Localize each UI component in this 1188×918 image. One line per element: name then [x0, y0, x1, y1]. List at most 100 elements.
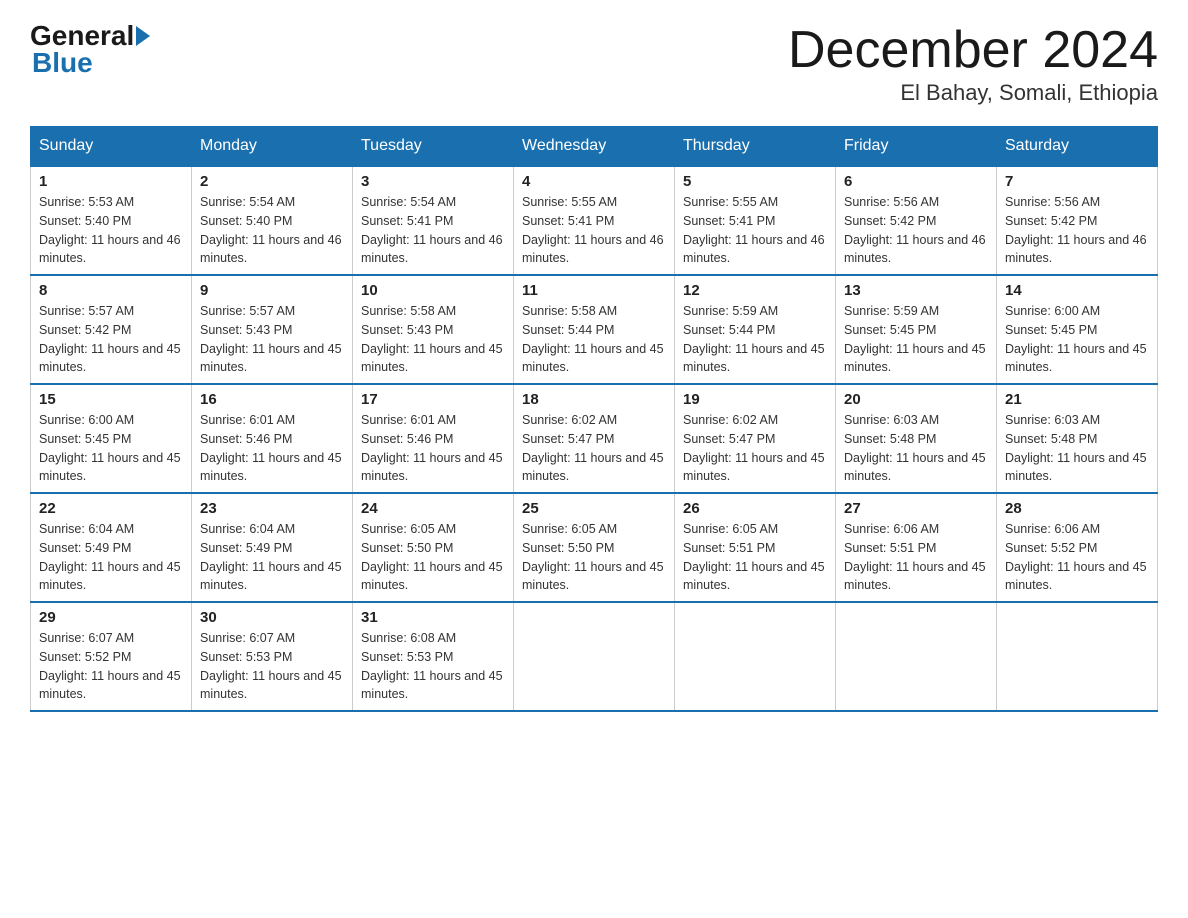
calendar-row-4: 29 Sunrise: 6:07 AMSunset: 5:52 PMDaylig… [31, 602, 1158, 711]
calendar-cell: 27 Sunrise: 6:06 AMSunset: 5:51 PMDaylig… [836, 493, 997, 602]
day-number: 31 [361, 609, 505, 626]
calendar-cell: 11 Sunrise: 5:58 AMSunset: 5:44 PMDaylig… [514, 275, 675, 384]
day-number: 27 [844, 500, 988, 517]
day-number: 10 [361, 282, 505, 299]
day-number: 13 [844, 282, 988, 299]
calendar-row-3: 22 Sunrise: 6:04 AMSunset: 5:49 PMDaylig… [31, 493, 1158, 602]
day-info: Sunrise: 6:04 AMSunset: 5:49 PMDaylight:… [200, 520, 344, 595]
day-number: 12 [683, 282, 827, 299]
day-info: Sunrise: 6:03 AMSunset: 5:48 PMDaylight:… [1005, 411, 1149, 486]
day-number: 14 [1005, 282, 1149, 299]
day-number: 8 [39, 282, 183, 299]
calendar-row-0: 1 Sunrise: 5:53 AMSunset: 5:40 PMDayligh… [31, 166, 1158, 275]
calendar-cell: 16 Sunrise: 6:01 AMSunset: 5:46 PMDaylig… [192, 384, 353, 493]
header-day-wednesday: Wednesday [514, 127, 675, 167]
header-row: SundayMondayTuesdayWednesdayThursdayFrid… [31, 127, 1158, 167]
calendar-cell [514, 602, 675, 711]
day-number: 3 [361, 173, 505, 190]
calendar-cell: 18 Sunrise: 6:02 AMSunset: 5:47 PMDaylig… [514, 384, 675, 493]
day-info: Sunrise: 6:05 AMSunset: 5:50 PMDaylight:… [522, 520, 666, 595]
header-day-sunday: Sunday [31, 127, 192, 167]
day-info: Sunrise: 5:57 AMSunset: 5:43 PMDaylight:… [200, 302, 344, 377]
day-info: Sunrise: 6:02 AMSunset: 5:47 PMDaylight:… [683, 411, 827, 486]
header-day-thursday: Thursday [675, 127, 836, 167]
day-info: Sunrise: 6:04 AMSunset: 5:49 PMDaylight:… [39, 520, 183, 595]
day-info: Sunrise: 5:56 AMSunset: 5:42 PMDaylight:… [1005, 193, 1149, 268]
header-day-saturday: Saturday [997, 127, 1158, 167]
day-info: Sunrise: 5:54 AMSunset: 5:41 PMDaylight:… [361, 193, 505, 268]
calendar-cell: 6 Sunrise: 5:56 AMSunset: 5:42 PMDayligh… [836, 166, 997, 275]
day-number: 28 [1005, 500, 1149, 517]
day-number: 19 [683, 391, 827, 408]
day-info: Sunrise: 6:05 AMSunset: 5:51 PMDaylight:… [683, 520, 827, 595]
day-info: Sunrise: 5:57 AMSunset: 5:42 PMDaylight:… [39, 302, 183, 377]
calendar-row-2: 15 Sunrise: 6:00 AMSunset: 5:45 PMDaylig… [31, 384, 1158, 493]
day-info: Sunrise: 6:05 AMSunset: 5:50 PMDaylight:… [361, 520, 505, 595]
calendar-cell: 26 Sunrise: 6:05 AMSunset: 5:51 PMDaylig… [675, 493, 836, 602]
calendar-cell: 23 Sunrise: 6:04 AMSunset: 5:49 PMDaylig… [192, 493, 353, 602]
day-info: Sunrise: 5:58 AMSunset: 5:43 PMDaylight:… [361, 302, 505, 377]
day-info: Sunrise: 5:55 AMSunset: 5:41 PMDaylight:… [683, 193, 827, 268]
day-number: 1 [39, 173, 183, 190]
day-number: 22 [39, 500, 183, 517]
day-info: Sunrise: 6:00 AMSunset: 5:45 PMDaylight:… [39, 411, 183, 486]
calendar-cell: 22 Sunrise: 6:04 AMSunset: 5:49 PMDaylig… [31, 493, 192, 602]
day-number: 4 [522, 173, 666, 190]
calendar-cell: 2 Sunrise: 5:54 AMSunset: 5:40 PMDayligh… [192, 166, 353, 275]
page-header: General Blue December 2024 El Bahay, Som… [30, 20, 1158, 106]
calendar-cell: 14 Sunrise: 6:00 AMSunset: 5:45 PMDaylig… [997, 275, 1158, 384]
day-number: 25 [522, 500, 666, 517]
calendar-cell: 13 Sunrise: 5:59 AMSunset: 5:45 PMDaylig… [836, 275, 997, 384]
day-info: Sunrise: 5:56 AMSunset: 5:42 PMDaylight:… [844, 193, 988, 268]
header-day-friday: Friday [836, 127, 997, 167]
calendar-row-1: 8 Sunrise: 5:57 AMSunset: 5:42 PMDayligh… [31, 275, 1158, 384]
day-number: 7 [1005, 173, 1149, 190]
day-info: Sunrise: 5:53 AMSunset: 5:40 PMDaylight:… [39, 193, 183, 268]
day-number: 15 [39, 391, 183, 408]
calendar-cell: 5 Sunrise: 5:55 AMSunset: 5:41 PMDayligh… [675, 166, 836, 275]
day-info: Sunrise: 5:54 AMSunset: 5:40 PMDaylight:… [200, 193, 344, 268]
calendar-cell: 17 Sunrise: 6:01 AMSunset: 5:46 PMDaylig… [353, 384, 514, 493]
calendar-cell: 29 Sunrise: 6:07 AMSunset: 5:52 PMDaylig… [31, 602, 192, 711]
day-number: 18 [522, 391, 666, 408]
header-day-monday: Monday [192, 127, 353, 167]
day-info: Sunrise: 6:08 AMSunset: 5:53 PMDaylight:… [361, 629, 505, 704]
calendar-table: SundayMondayTuesdayWednesdayThursdayFrid… [30, 126, 1158, 712]
location: El Bahay, Somali, Ethiopia [788, 80, 1158, 106]
day-info: Sunrise: 5:55 AMSunset: 5:41 PMDaylight:… [522, 193, 666, 268]
calendar-cell: 25 Sunrise: 6:05 AMSunset: 5:50 PMDaylig… [514, 493, 675, 602]
day-number: 5 [683, 173, 827, 190]
day-info: Sunrise: 6:06 AMSunset: 5:52 PMDaylight:… [1005, 520, 1149, 595]
day-info: Sunrise: 5:59 AMSunset: 5:44 PMDaylight:… [683, 302, 827, 377]
day-number: 21 [1005, 391, 1149, 408]
day-info: Sunrise: 6:00 AMSunset: 5:45 PMDaylight:… [1005, 302, 1149, 377]
day-number: 16 [200, 391, 344, 408]
month-title: December 2024 [788, 20, 1158, 80]
calendar-cell: 9 Sunrise: 5:57 AMSunset: 5:43 PMDayligh… [192, 275, 353, 384]
day-number: 23 [200, 500, 344, 517]
calendar-cell [675, 602, 836, 711]
day-info: Sunrise: 5:59 AMSunset: 5:45 PMDaylight:… [844, 302, 988, 377]
title-block: December 2024 El Bahay, Somali, Ethiopia [788, 20, 1158, 106]
calendar-cell: 20 Sunrise: 6:03 AMSunset: 5:48 PMDaylig… [836, 384, 997, 493]
day-number: 30 [200, 609, 344, 626]
day-number: 6 [844, 173, 988, 190]
logo-arrow-icon [136, 26, 150, 46]
calendar-cell: 7 Sunrise: 5:56 AMSunset: 5:42 PMDayligh… [997, 166, 1158, 275]
calendar-cell [836, 602, 997, 711]
day-info: Sunrise: 6:01 AMSunset: 5:46 PMDaylight:… [200, 411, 344, 486]
day-info: Sunrise: 6:06 AMSunset: 5:51 PMDaylight:… [844, 520, 988, 595]
day-number: 20 [844, 391, 988, 408]
calendar-cell: 4 Sunrise: 5:55 AMSunset: 5:41 PMDayligh… [514, 166, 675, 275]
calendar-header: SundayMondayTuesdayWednesdayThursdayFrid… [31, 127, 1158, 167]
calendar-cell: 28 Sunrise: 6:06 AMSunset: 5:52 PMDaylig… [997, 493, 1158, 602]
calendar-cell: 15 Sunrise: 6:00 AMSunset: 5:45 PMDaylig… [31, 384, 192, 493]
day-info: Sunrise: 5:58 AMSunset: 5:44 PMDaylight:… [522, 302, 666, 377]
calendar-cell: 30 Sunrise: 6:07 AMSunset: 5:53 PMDaylig… [192, 602, 353, 711]
calendar-cell: 19 Sunrise: 6:02 AMSunset: 5:47 PMDaylig… [675, 384, 836, 493]
calendar-cell: 10 Sunrise: 5:58 AMSunset: 5:43 PMDaylig… [353, 275, 514, 384]
calendar-cell: 24 Sunrise: 6:05 AMSunset: 5:50 PMDaylig… [353, 493, 514, 602]
day-number: 11 [522, 282, 666, 299]
logo-blue: Blue [32, 47, 93, 79]
day-number: 17 [361, 391, 505, 408]
